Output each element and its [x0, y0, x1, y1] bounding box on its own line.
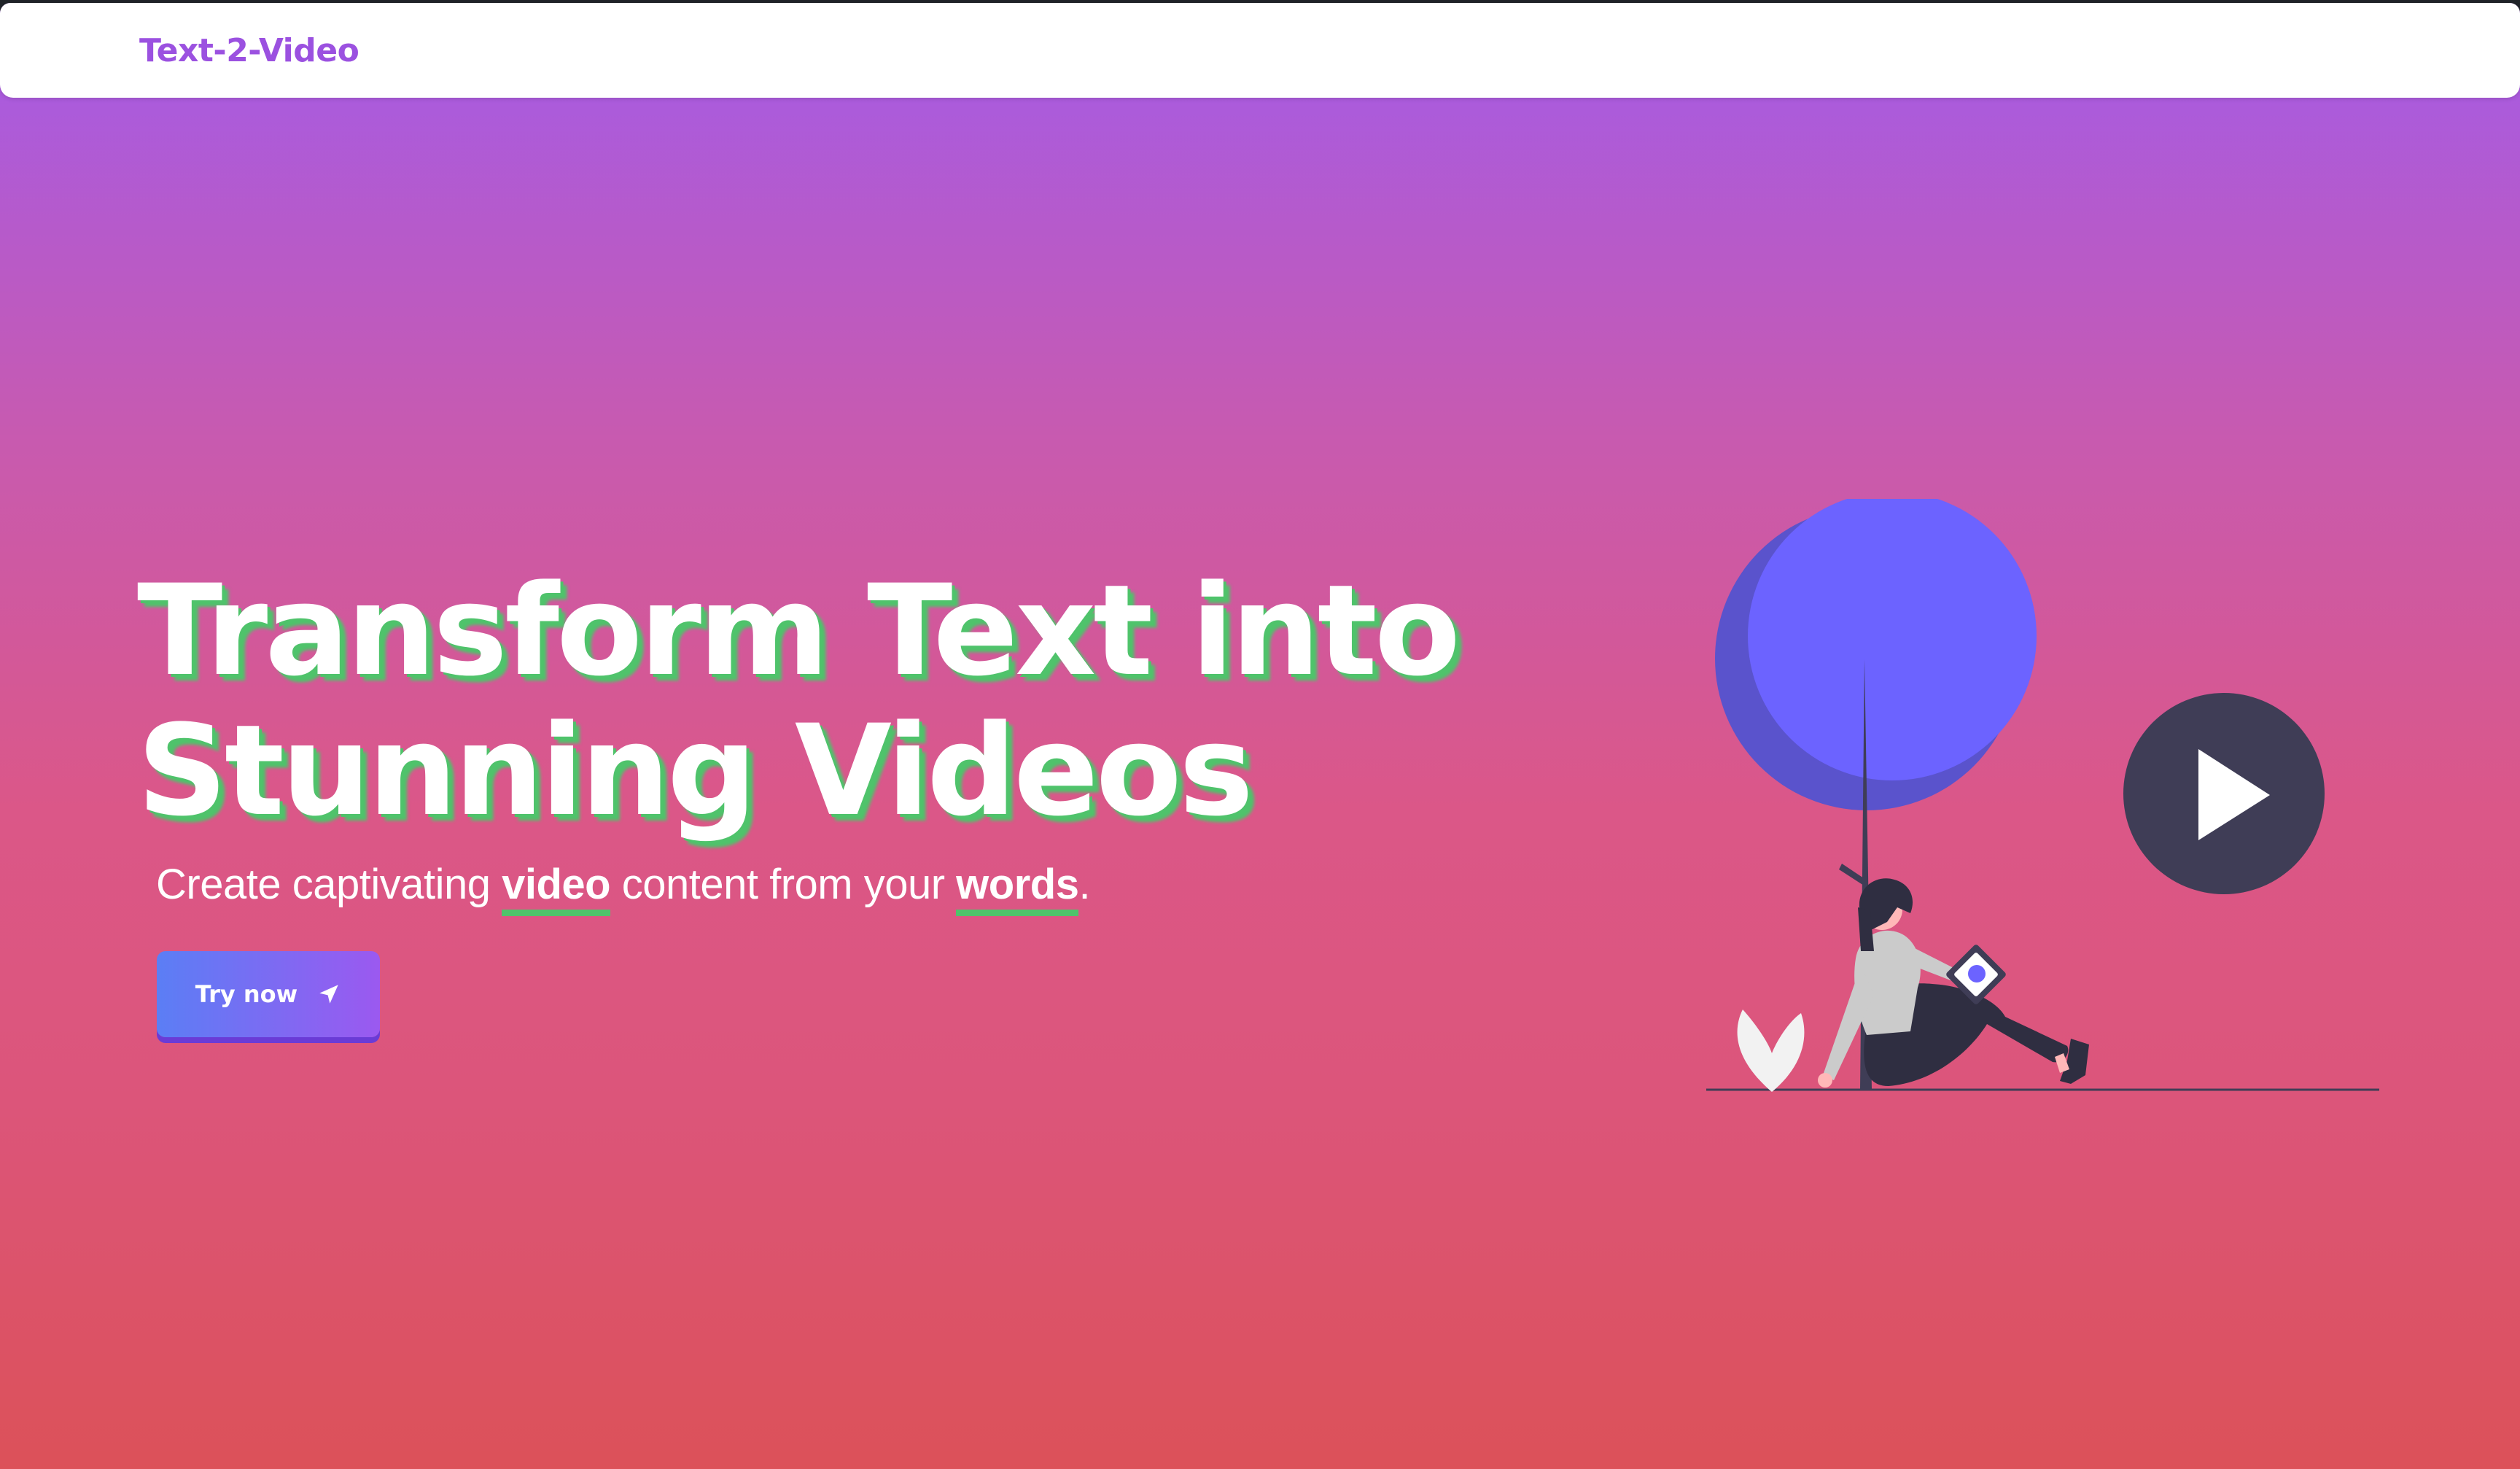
page: Text-2-Video Transform Text into Stunnin…: [0, 3, 2520, 1469]
person-icon: [1818, 878, 2089, 1088]
hero-title-line-2: Stunning Videos: [137, 697, 1253, 844]
subtitle-text-3: .: [1078, 861, 1091, 908]
subtitle-highlight-words: words: [956, 861, 1079, 916]
plant-icon: [1737, 1009, 1805, 1092]
hero-illustration: [1706, 499, 2379, 1092]
subtitle-highlight-video: video: [502, 861, 611, 916]
hero-title-line-1: Transform Text into: [137, 557, 1461, 704]
navbar: Text-2-Video: [0, 3, 2520, 98]
play-icon: [2123, 693, 2325, 894]
hero-title: Transform Text into Stunning Videos: [137, 557, 1461, 844]
subtitle-text-1: Create captivating: [156, 861, 502, 908]
paper-plane-icon: [319, 985, 338, 1004]
brand-logo-link[interactable]: Text-2-Video: [139, 32, 359, 69]
try-now-label: Try now: [195, 980, 298, 1008]
try-now-button[interactable]: Try now: [157, 951, 380, 1037]
subtitle-text-2: content from your: [610, 861, 957, 908]
hero-subtitle: Create captivating video content from yo…: [156, 860, 1091, 916]
